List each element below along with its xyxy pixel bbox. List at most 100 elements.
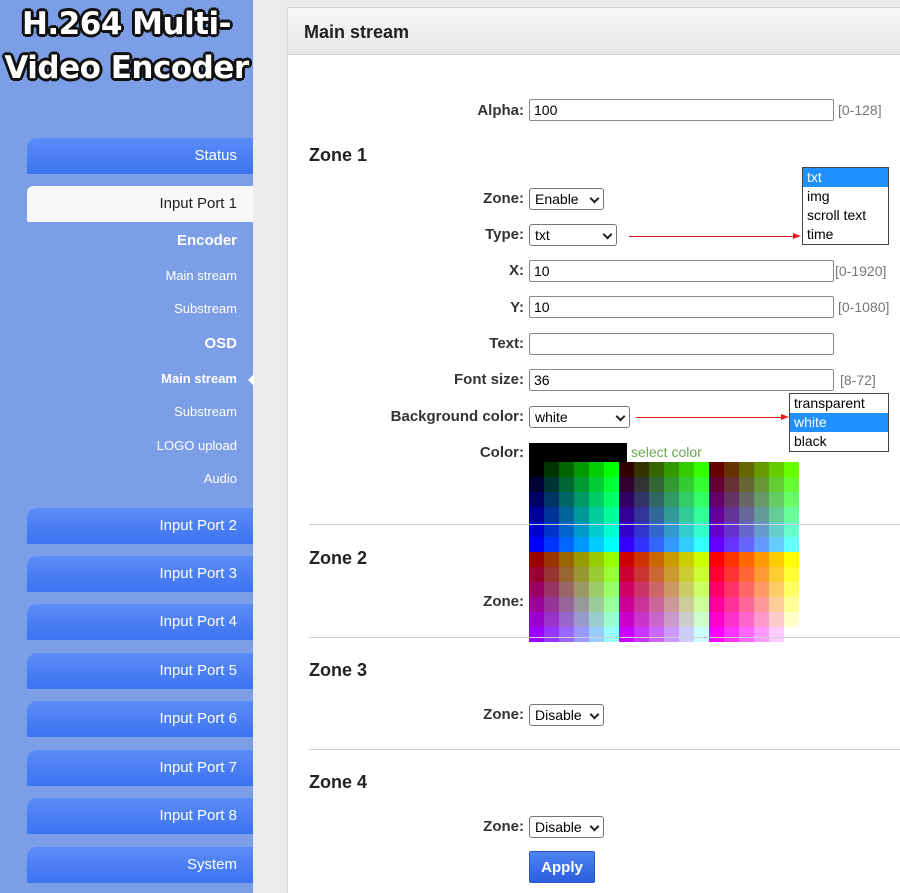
type-option-scroll-text[interactable]: scroll text <box>803 206 888 225</box>
palette-color-cell[interactable] <box>559 567 574 582</box>
zone-1-x-input[interactable]: 10 <box>529 260 834 282</box>
palette-color-cell[interactable] <box>709 582 724 597</box>
palette-color-cell[interactable] <box>784 537 799 552</box>
palette-color-cell[interactable] <box>544 507 559 522</box>
palette-color-cell[interactable] <box>559 597 574 612</box>
palette-color-cell[interactable] <box>754 507 769 522</box>
palette-color-cell[interactable] <box>634 507 649 522</box>
palette-color-cell[interactable] <box>529 552 544 567</box>
palette-color-cell[interactable] <box>754 552 769 567</box>
palette-color-cell[interactable] <box>634 612 649 627</box>
palette-color-cell[interactable] <box>754 537 769 552</box>
palette-color-cell[interactable] <box>709 612 724 627</box>
palette-color-cell[interactable] <box>724 597 739 612</box>
nav-logo-upload[interactable]: LOGO upload <box>27 438 253 453</box>
palette-color-cell[interactable] <box>634 567 649 582</box>
palette-color-cell[interactable] <box>604 627 619 642</box>
palette-color-cell[interactable] <box>739 597 754 612</box>
palette-color-cell[interactable] <box>589 492 604 507</box>
palette-color-cell[interactable] <box>529 492 544 507</box>
nav-system[interactable]: System <box>27 847 253 883</box>
nav-osd-substream[interactable]: Substream <box>27 404 253 419</box>
palette-color-cell[interactable] <box>724 477 739 492</box>
palette-color-cell[interactable] <box>529 462 544 477</box>
palette-color-cell[interactable] <box>754 627 769 642</box>
palette-color-cell[interactable] <box>694 492 709 507</box>
palette-color-cell[interactable] <box>649 552 664 567</box>
palette-color-cell[interactable] <box>634 477 649 492</box>
palette-color-cell[interactable] <box>619 627 634 642</box>
palette-color-cell[interactable] <box>604 552 619 567</box>
palette-color-cell[interactable] <box>529 627 544 642</box>
palette-color-cell[interactable] <box>724 627 739 642</box>
palette-color-cell[interactable] <box>619 537 634 552</box>
palette-color-cell[interactable] <box>664 597 679 612</box>
palette-color-cell[interactable] <box>724 582 739 597</box>
nav-osd-main-stream[interactable]: Main stream <box>27 371 254 386</box>
palette-color-cell[interactable] <box>649 597 664 612</box>
palette-color-cell[interactable] <box>619 462 634 477</box>
palette-color-cell[interactable] <box>679 477 694 492</box>
nav-input-port-5[interactable]: Input Port 5 <box>27 653 253 689</box>
palette-color-cell[interactable] <box>589 612 604 627</box>
palette-color-cell[interactable] <box>649 582 664 597</box>
palette-color-cell[interactable] <box>784 507 799 522</box>
nav-input-port-8[interactable]: Input Port 8 <box>27 798 253 834</box>
palette-color-cell[interactable] <box>769 537 784 552</box>
palette-color-cell[interactable] <box>679 507 694 522</box>
palette-color-cell[interactable] <box>559 582 574 597</box>
palette-color-cell[interactable] <box>634 462 649 477</box>
palette-color-cell[interactable] <box>739 612 754 627</box>
type-option-time[interactable]: time <box>803 225 888 244</box>
palette-color-cell[interactable] <box>634 627 649 642</box>
palette-color-cell[interactable] <box>544 567 559 582</box>
palette-color-cell[interactable] <box>784 612 799 627</box>
palette-color-cell[interactable] <box>724 492 739 507</box>
palette-color-cell[interactable] <box>589 597 604 612</box>
palette-color-cell[interactable] <box>784 477 799 492</box>
zone-1-y-input[interactable]: 10 <box>529 296 834 318</box>
palette-color-cell[interactable] <box>529 612 544 627</box>
palette-color-cell[interactable] <box>634 552 649 567</box>
palette-color-cell[interactable] <box>694 507 709 522</box>
palette-color-cell[interactable] <box>694 462 709 477</box>
palette-color-cell[interactable] <box>604 612 619 627</box>
palette-color-cell[interactable] <box>544 462 559 477</box>
palette-color-cell[interactable] <box>694 567 709 582</box>
palette-color-cell[interactable] <box>559 507 574 522</box>
palette-color-cell[interactable] <box>619 567 634 582</box>
palette-color-cell[interactable] <box>724 462 739 477</box>
zone-4-zone-select[interactable]: Disable <box>529 816 604 838</box>
palette-color-cell[interactable] <box>529 597 544 612</box>
palette-color-cell[interactable] <box>649 537 664 552</box>
palette-color-cell[interactable] <box>544 627 559 642</box>
apply-button[interactable]: Apply <box>529 851 595 883</box>
palette-color-cell[interactable] <box>664 567 679 582</box>
palette-color-cell[interactable] <box>739 492 754 507</box>
palette-color-cell[interactable] <box>529 582 544 597</box>
palette-color-cell[interactable] <box>769 507 784 522</box>
palette-color-cell[interactable] <box>754 597 769 612</box>
color-swatch[interactable] <box>529 443 627 462</box>
palette-color-cell[interactable] <box>664 492 679 507</box>
palette-color-cell[interactable] <box>589 507 604 522</box>
type-option-img[interactable]: img <box>803 187 888 206</box>
palette-color-cell[interactable] <box>544 612 559 627</box>
palette-color-cell[interactable] <box>559 492 574 507</box>
palette-color-cell[interactable] <box>589 567 604 582</box>
palette-color-cell[interactable] <box>649 612 664 627</box>
palette-color-cell[interactable] <box>574 462 589 477</box>
palette-color-cell[interactable] <box>724 612 739 627</box>
palette-color-cell[interactable] <box>619 492 634 507</box>
palette-color-cell[interactable] <box>769 597 784 612</box>
palette-color-cell[interactable] <box>679 462 694 477</box>
palette-color-cell[interactable] <box>709 477 724 492</box>
palette-color-cell[interactable] <box>709 492 724 507</box>
palette-color-cell[interactable] <box>679 567 694 582</box>
palette-color-cell[interactable] <box>709 537 724 552</box>
palette-color-cell[interactable] <box>589 582 604 597</box>
palette-color-cell[interactable] <box>694 477 709 492</box>
palette-color-cell[interactable] <box>739 462 754 477</box>
palette-color-cell[interactable] <box>544 492 559 507</box>
zone-1-type-select[interactable]: txt <box>529 224 617 246</box>
